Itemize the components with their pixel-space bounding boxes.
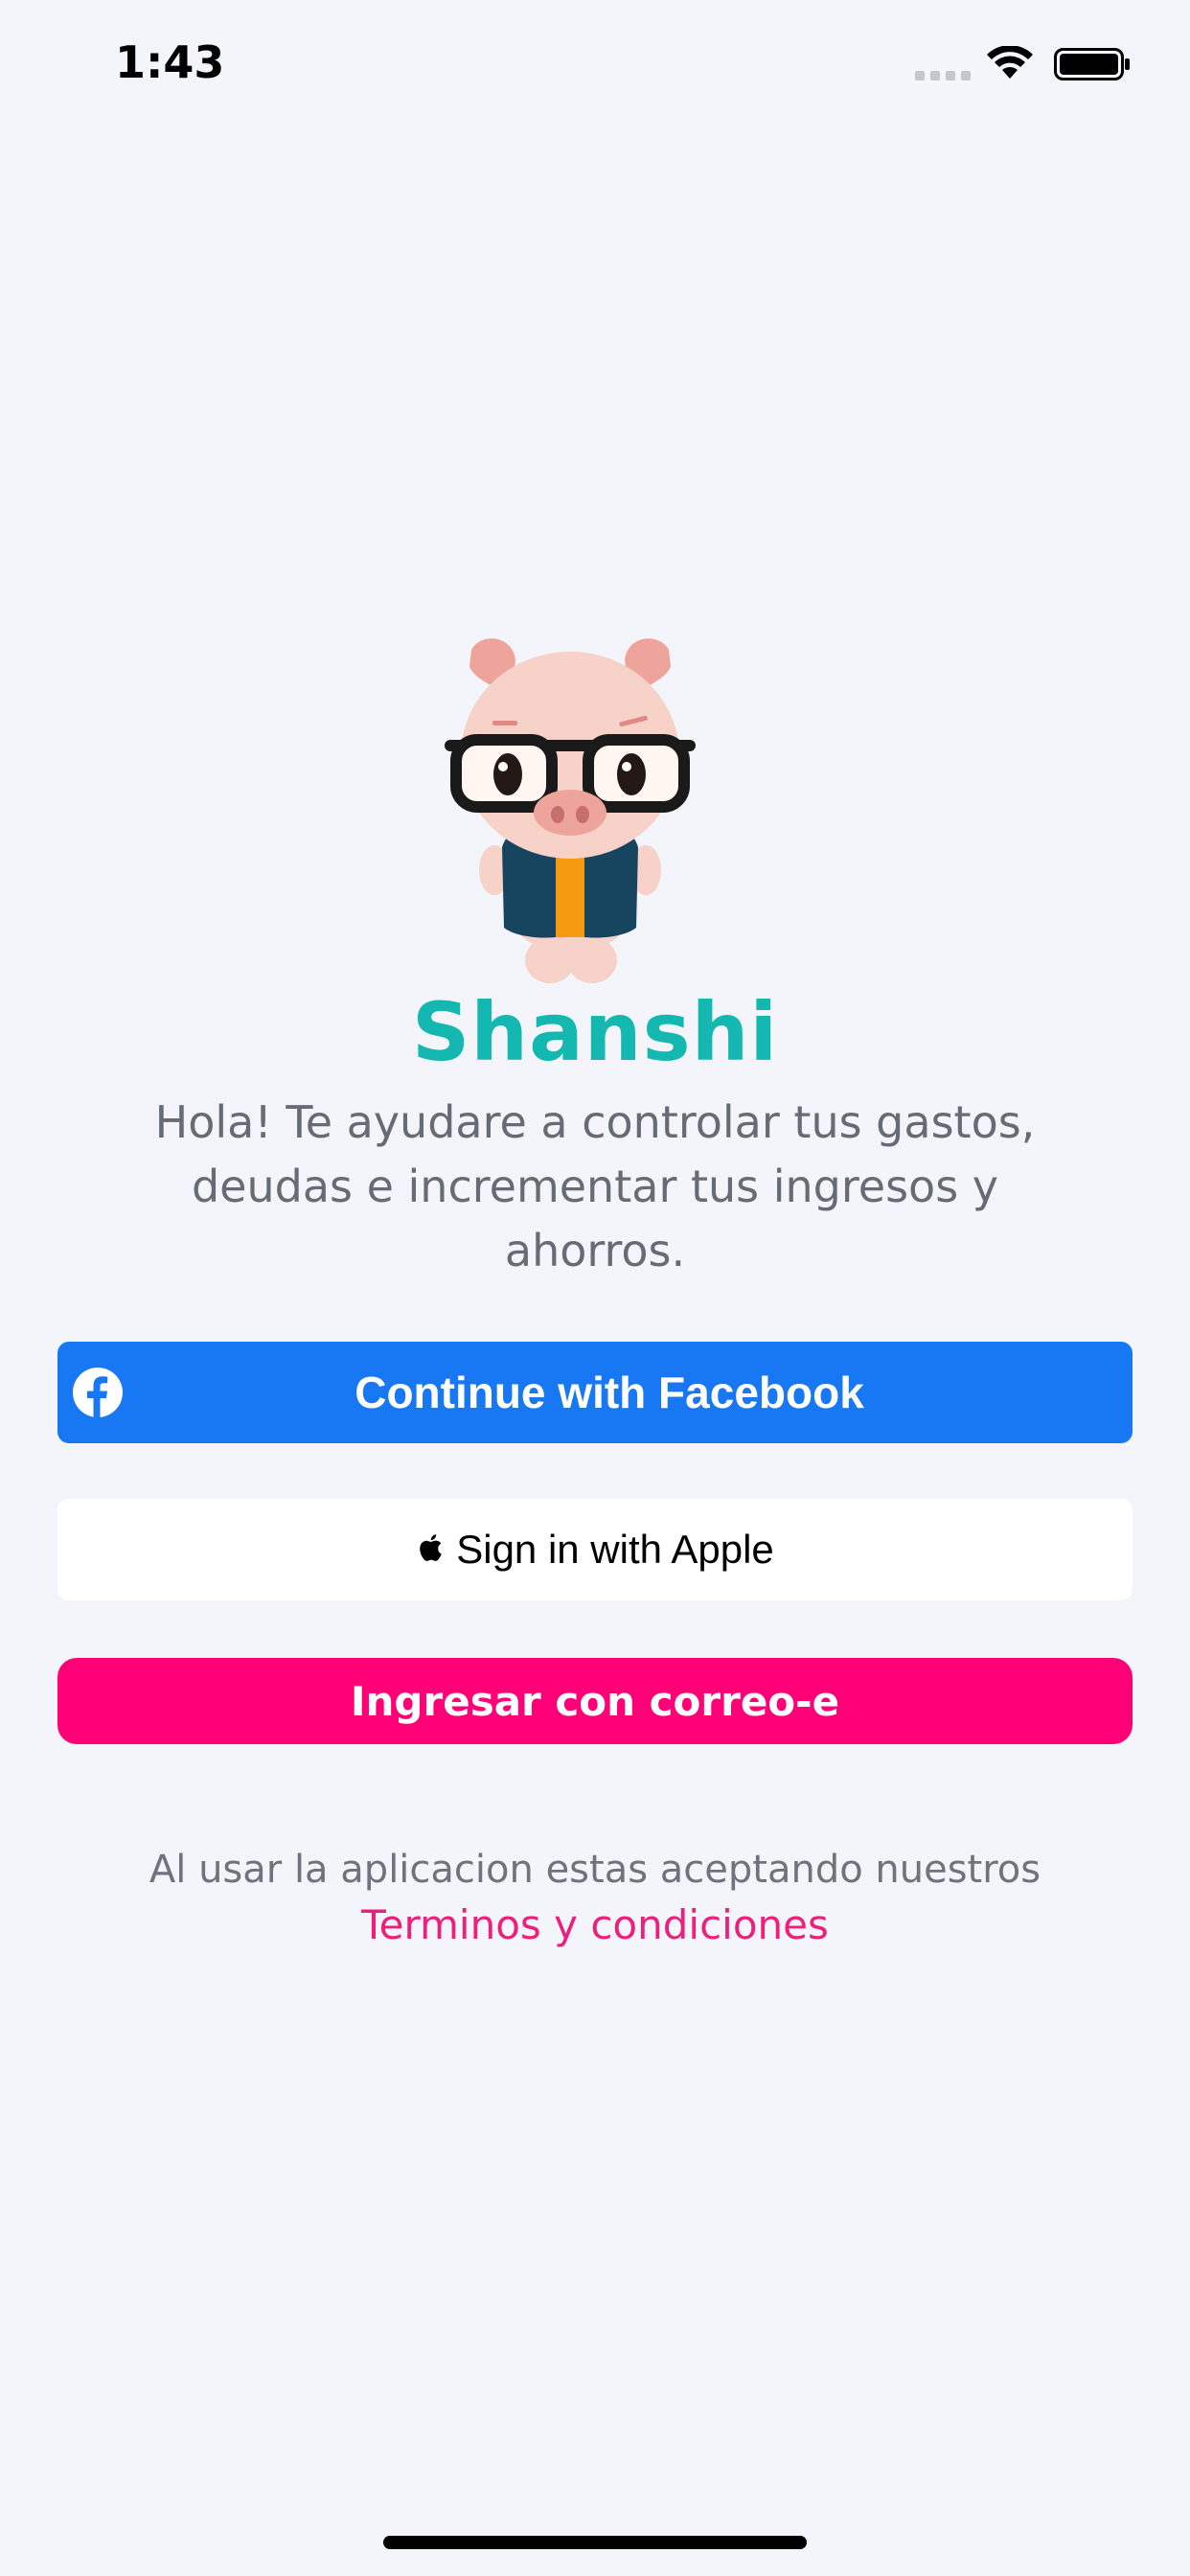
cellular-signal-icon xyxy=(915,71,971,80)
email-button-label: Ingresar con correo-e xyxy=(350,1677,840,1725)
wifi-icon xyxy=(987,46,1033,79)
pig-mascot-icon xyxy=(445,638,696,983)
intro-text: Hola! Te ayudare a controlar tus gastos,… xyxy=(154,1096,1036,1276)
sign-in-with-apple-button[interactable]: Sign in with Apple xyxy=(57,1499,1133,1600)
apple-button-label: Sign in with Apple xyxy=(456,1527,774,1572)
terms-and-conditions-link[interactable]: Terminos y condiciones xyxy=(0,1901,1190,1948)
facebook-button-label: Continue with Facebook xyxy=(355,1368,864,1417)
terms-notice: Al usar la aplicacion estas aceptando nu… xyxy=(149,1848,1041,1892)
app-name: Shanshi xyxy=(411,985,779,1079)
home-indicator[interactable] xyxy=(383,2536,807,2549)
status-bar: 1:43 xyxy=(0,0,1190,126)
status-time: 1:43 xyxy=(115,36,225,88)
facebook-icon xyxy=(73,1368,123,1417)
battery-icon xyxy=(1054,48,1130,80)
continue-with-facebook-button[interactable]: Continue with Facebook xyxy=(57,1342,1133,1443)
apple-icon xyxy=(420,1534,443,1561)
sign-in-with-email-button[interactable]: Ingresar con correo-e xyxy=(57,1658,1133,1744)
